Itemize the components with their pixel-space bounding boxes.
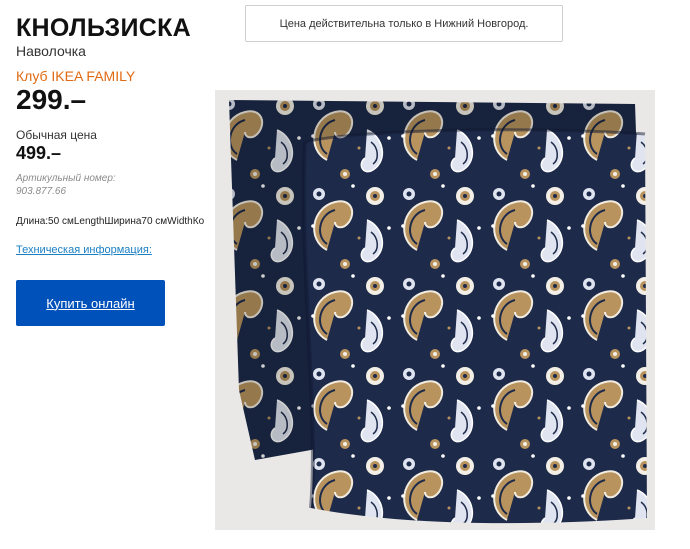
- product-type: Наволочка: [16, 43, 86, 59]
- notice-text: Цена действительна только в Нижний Новго…: [279, 17, 529, 30]
- regular-price-label: Обычная цена: [16, 128, 97, 142]
- technical-info-link[interactable]: Техническая информация:: [16, 244, 152, 256]
- price-region-notice: Цена действительна только в Нижний Новго…: [245, 5, 563, 42]
- family-price: 299.–: [16, 84, 87, 115]
- pillowcase-illustration: [215, 90, 655, 530]
- product-image: [215, 90, 655, 530]
- product-dimensions: Длина:50 смLengthШирина70 смWidthКо: [16, 216, 205, 227]
- article-number: Артикульный номер: 903.877.66: [16, 173, 116, 197]
- regular-price: 499.–: [16, 143, 62, 163]
- family-club-label: Клуб IKEA FAMILY: [16, 68, 136, 84]
- product-title: КНОЛЬЗИСКА: [16, 14, 192, 42]
- buy-online-button[interactable]: Купить онлайн: [16, 280, 165, 326]
